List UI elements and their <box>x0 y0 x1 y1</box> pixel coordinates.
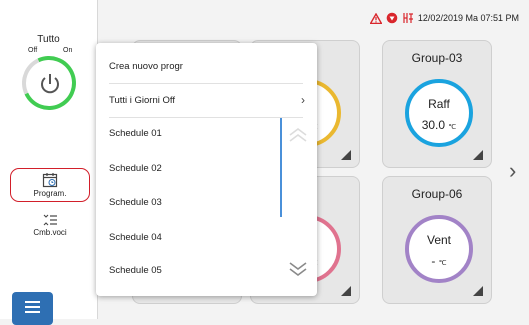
expand-corner <box>341 150 351 160</box>
group-tile[interactable]: Group-03 Raff 30.0 ℃ <box>382 40 492 168</box>
settings-gear-icon[interactable] <box>386 12 398 24</box>
status-circle: Raff 30.0 ℃ <box>405 79 473 147</box>
expand-corner <box>473 150 483 160</box>
mode-label: Raff <box>428 97 450 111</box>
schedule-item[interactable]: Schedule 04 <box>109 232 274 244</box>
expand-corner <box>341 286 351 296</box>
calendar-icon <box>42 173 58 188</box>
chevron-down-double-icon[interactable] <box>286 261 310 277</box>
group-name: Group-06 <box>411 187 463 201</box>
hamburger-icon <box>25 301 40 303</box>
hamburger-menu-button[interactable] <box>12 292 53 325</box>
on-label: On <box>63 47 73 54</box>
program-button[interactable]: Program. <box>10 168 90 202</box>
temperature: 30.0 <box>421 118 446 132</box>
group-name: Group-03 <box>411 51 463 65</box>
list-swap-icon <box>43 214 57 226</box>
warning-icon[interactable] <box>369 12 382 24</box>
status-bar: 12/02/2019 Ma 07:51 PM <box>369 12 519 24</box>
temperature: - <box>431 254 436 268</box>
group-tile[interactable]: Group-06 Vent - ℃ <box>382 176 492 304</box>
datetime: 12/02/2019 Ma 07:51 PM <box>417 13 519 23</box>
schedule-item[interactable]: Schedule 03 <box>109 197 274 209</box>
scrollbar[interactable] <box>280 118 282 217</box>
expand-corner <box>473 286 483 296</box>
all-days-off-item[interactable]: Tutti i Giorni Off › <box>109 93 305 107</box>
schedule-item[interactable]: Schedule 05 <box>109 265 274 277</box>
chevron-right-icon[interactable]: › <box>509 158 516 184</box>
sidebar: Tutto Off On Program. Cmb.voci <box>0 0 98 325</box>
temperature-unit: ℃ <box>448 124 457 131</box>
divider <box>109 83 303 84</box>
cmb-voci-button[interactable]: Cmb.voci <box>10 210 90 244</box>
program-label: Program. <box>33 189 67 198</box>
mode-label: Vent <box>426 233 452 247</box>
all-days-off-label: Tutti i Giorni Off <box>109 95 175 106</box>
humidity-icon[interactable] <box>402 12 414 24</box>
chevron-up-double-icon[interactable] <box>286 127 310 143</box>
schedule-item[interactable]: Schedule 01 <box>109 128 274 140</box>
chevron-right-icon: › <box>301 93 305 107</box>
program-popup-menu: Crea nuovo progr Tutti i Giorni Off › Sc… <box>96 43 317 296</box>
divider <box>109 117 303 118</box>
status-circle: Vent - ℃ <box>405 215 473 283</box>
power-icon[interactable] <box>37 71 63 97</box>
create-program-item[interactable]: Crea nuovo progr <box>109 61 303 73</box>
schedule-item[interactable]: Schedule 02 <box>109 163 274 175</box>
cmb-voci-label: Cmb.voci <box>33 228 67 237</box>
off-label: Off <box>28 47 38 54</box>
power-title: Tutto <box>37 34 60 45</box>
temperature-unit: ℃ <box>438 260 447 267</box>
